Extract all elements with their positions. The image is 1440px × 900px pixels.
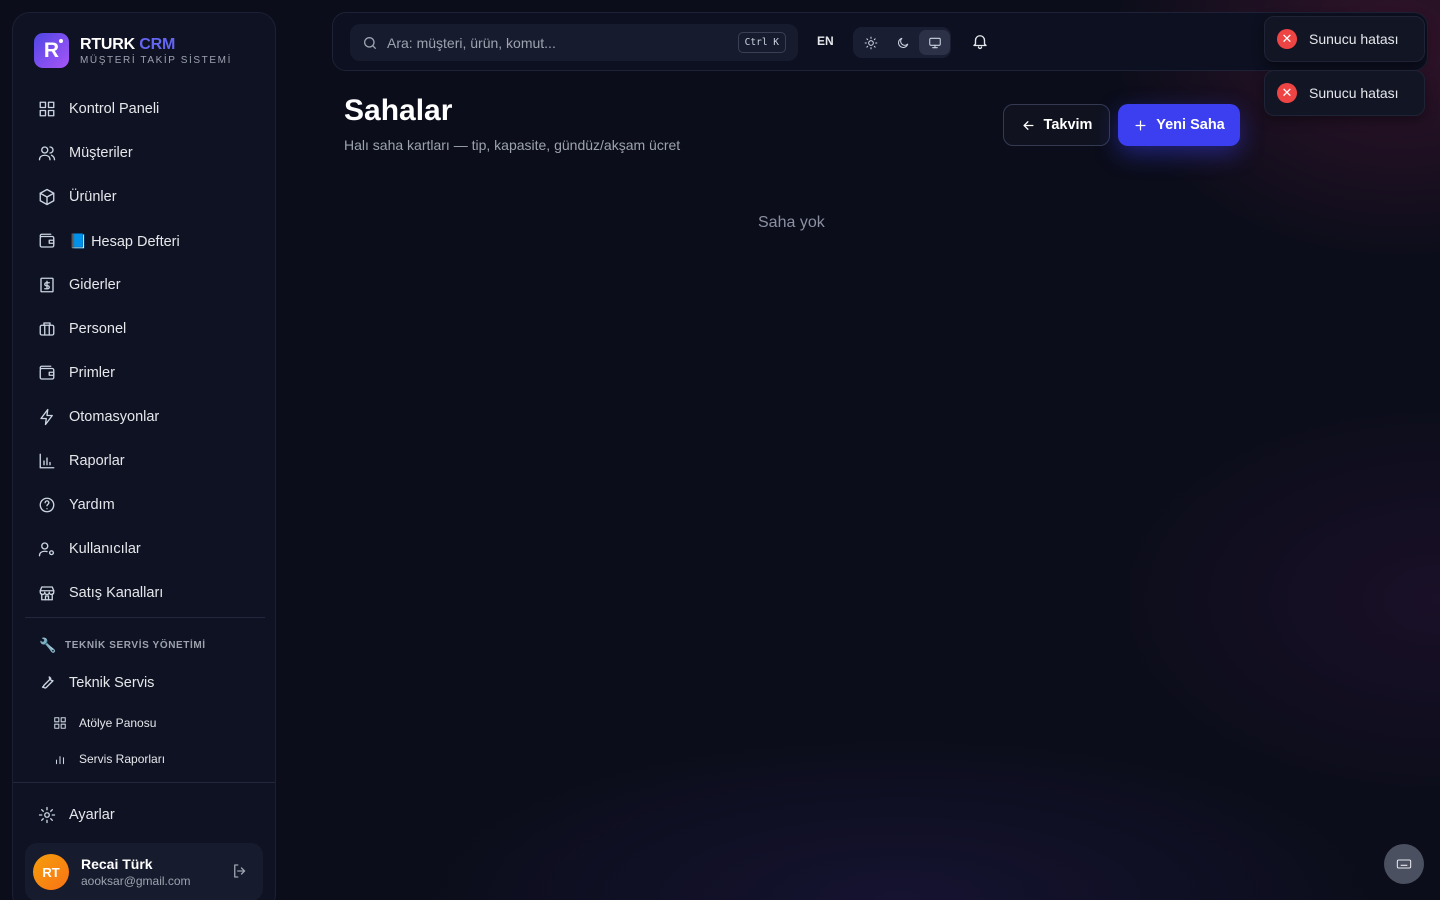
brand[interactable]: R RTURK CRM MÜŞTERİ TAKİP SİSTEMİ (34, 33, 232, 68)
sidebar-item-label: Yardım (69, 497, 115, 513)
sidebar-item-help[interactable]: Yardım (25, 483, 265, 527)
brand-name-main: RTURK (80, 35, 135, 53)
keyboard-shortcuts-button[interactable] (1384, 844, 1424, 884)
dashboard-icon (39, 101, 55, 117)
sidebar-item-expenses[interactable]: Giderler (25, 263, 265, 307)
search-input[interactable]: Ara: müşteri, ürün, komut... Ctrl K (350, 24, 798, 61)
shortcut-hint: Ctrl K (737, 32, 786, 53)
sidebar-item-label: Müşteriler (69, 145, 133, 161)
store-icon (39, 586, 55, 601)
sidebar-item-sales-channels[interactable]: Satış Kanalları (25, 571, 265, 615)
user-name: Recai Türk (81, 856, 153, 872)
sidebar-item-users[interactable]: Kullanıcılar (25, 527, 265, 571)
moon-icon (898, 37, 909, 48)
user-email: aooksar@gmail.com (81, 874, 191, 888)
sidebar-item-label: Primler (69, 365, 115, 381)
bell-icon (973, 35, 987, 50)
gear-icon (38, 806, 56, 824)
theme-dark-button[interactable] (888, 30, 919, 55)
calendar-back-label: Takvim (1043, 117, 1093, 133)
brand-logo: R (34, 33, 69, 68)
user-cog-icon (38, 542, 55, 557)
sidebar-item-bonuses[interactable]: Primler (25, 351, 265, 395)
search-placeholder: Ara: müşteri, ürün, komut... (387, 34, 556, 51)
sun-icon (864, 36, 878, 49)
brand-name: RTURK CRM (80, 36, 232, 54)
sidebar-item-ledger[interactable]: 📘 Hesap Defteri (25, 219, 265, 263)
zap-icon (40, 408, 53, 426)
search-icon (364, 36, 376, 49)
section-heading-technical-service: 🔧 TEKNİK SERVİS YÖNETİMİ (39, 637, 206, 654)
sidebar-item-label: Teknik Servis (69, 675, 155, 691)
wallet-icon (39, 233, 55, 248)
sidebar-item-label: Giderler (69, 277, 121, 293)
sidebar-item-dashboard[interactable]: Kontrol Paneli (25, 87, 265, 131)
box-icon (39, 188, 55, 206)
user-card[interactable]: RT Recai Türk aooksar@gmail.com (25, 843, 263, 900)
sidebar-divider (13, 782, 275, 783)
sidebar: R RTURK CRM MÜŞTERİ TAKİP SİSTEMİ Kontro… (12, 12, 276, 900)
sidebar-item-customers[interactable]: Müşteriler (25, 131, 265, 175)
toast-message: Sunucu hatası (1309, 31, 1399, 47)
sidebar-item-staff[interactable]: Personel (25, 307, 265, 351)
brand-name-accent: CRM (139, 35, 176, 53)
toast-message: Sunucu hatası (1309, 85, 1399, 101)
new-field-label: Yeni Saha (1156, 117, 1225, 133)
notifications-button[interactable] (971, 32, 991, 52)
users-icon (38, 146, 56, 161)
briefcase-icon (39, 322, 55, 336)
theme-system-button[interactable] (919, 30, 951, 55)
bar-chart-icon (39, 453, 55, 469)
bar-chart-icon (55, 756, 65, 765)
sidebar-item-automations[interactable]: Otomasyonlar (25, 395, 265, 439)
sidebar-nav: Kontrol Paneli Müşteriler Ürünler 📘 Hesa… (25, 87, 265, 618)
sidebar-item-label: Kullanıcılar (69, 541, 141, 557)
sidebar-item-label: Ayarlar (69, 807, 115, 823)
avatar: RT (33, 854, 69, 890)
section-title: TEKNİK SERVİS YÖNETİMİ (65, 640, 206, 651)
sidebar-item-label: 📘 Hesap Defteri (69, 233, 180, 250)
sidebar-item-label: Personel (69, 321, 127, 337)
new-field-button[interactable]: Yeni Saha (1118, 104, 1240, 146)
error-toast[interactable]: ✕ Sunucu hatası (1264, 16, 1425, 62)
sidebar-item-label: Servis Raporları (79, 752, 166, 766)
arrow-left-icon (1023, 120, 1034, 130)
sidebar-item-label: Raporlar (69, 453, 125, 469)
page-title: Sahalar (344, 94, 453, 127)
sidebar-item-reports[interactable]: Raporlar (25, 439, 265, 483)
wallet-icon (39, 365, 55, 380)
sidebar-item-products[interactable]: Ürünler (25, 175, 265, 219)
error-toast[interactable]: ✕ Sunucu hatası (1264, 70, 1425, 116)
calendar-back-button[interactable]: Takvim (1003, 104, 1110, 146)
sidebar-divider (25, 617, 265, 618)
empty-state: Saha yok (758, 214, 825, 231)
sidebar-item-service-reports[interactable]: Servis Raporları (25, 741, 265, 777)
sidebar-item-label: Otomasyonlar (69, 409, 160, 425)
plus-icon (1135, 120, 1146, 130)
receipt-icon (40, 277, 54, 293)
language-toggle[interactable]: EN (817, 34, 834, 48)
sidebar-item-settings[interactable]: Ayarlar (25, 793, 265, 837)
help-circle-icon (39, 497, 55, 513)
error-icon: ✕ (1277, 83, 1297, 103)
brand-logo-letter: R (43, 38, 60, 62)
keyboard-icon (1396, 859, 1412, 869)
page-subtitle: Halı saha kartları — tip, kapasite, günd… (344, 137, 681, 153)
logout-icon (234, 864, 246, 878)
wrench-icon (41, 676, 54, 689)
theme-light-button[interactable] (856, 30, 887, 55)
wrench-icon: 🔧 (39, 637, 58, 653)
brand-subtitle: MÜŞTERİ TAKİP SİSTEMİ (80, 54, 232, 66)
sidebar-item-workshop-board[interactable]: Atölye Panosu (25, 705, 265, 741)
sidebar-item-label: Kontrol Paneli (69, 101, 160, 117)
grid-icon (54, 717, 66, 729)
theme-switcher (853, 27, 951, 58)
error-icon: ✕ (1277, 29, 1297, 49)
monitor-icon (928, 37, 941, 48)
sidebar-item-label: Atölye Panosu (79, 716, 157, 730)
sidebar-item-label: Ürünler (69, 189, 117, 205)
logout-button[interactable] (231, 862, 249, 880)
sidebar-item-technical-service[interactable]: Teknik Servis (25, 661, 265, 705)
sidebar-item-label: Satış Kanalları (69, 585, 164, 601)
